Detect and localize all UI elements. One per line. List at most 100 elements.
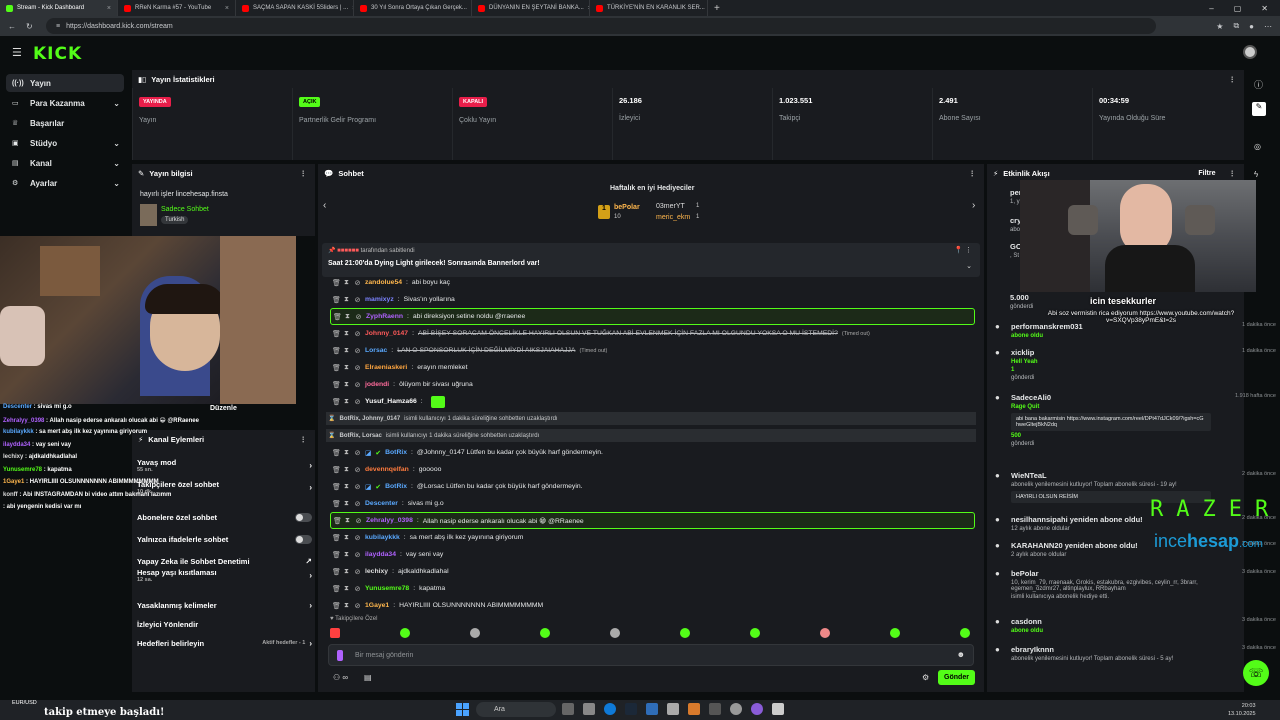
emoji-icon[interactable]: ☻ [957, 650, 965, 659]
ban-icon[interactable]: ⊘ [354, 551, 361, 559]
feed-item[interactable]: ● SadeceAli0 Rage Quit abi bana bakarmisin … [995, 393, 1276, 447]
timeout-icon[interactable]: ⧗ [343, 551, 350, 559]
more-options-icon[interactable]: ⋮ [969, 169, 977, 178]
ban-icon[interactable]: ⊘ [354, 602, 361, 610]
hamburger-icon[interactable]: ☰ [12, 46, 22, 59]
ban-icon[interactable]: ⊘ [354, 398, 361, 406]
delete-icon[interactable]: 🗑 [332, 364, 341, 372]
timeout-icon[interactable]: ⧗ [343, 602, 350, 610]
edit-icon[interactable]: ✎ [1252, 102, 1266, 116]
filter-button[interactable]: Filtre [1198, 170, 1215, 177]
chat-username[interactable]: zandolue54 [365, 279, 402, 286]
chat-tools-icon[interactable]: ⚇ ∞ [333, 673, 348, 682]
support-chat-icon[interactable]: ☏ [1243, 660, 1269, 686]
chat-message[interactable]: 🗑 ⧗ ⊘ Yusuf_Hamza66: [330, 393, 975, 410]
ban-icon[interactable]: ⊘ [354, 296, 361, 304]
timeout-icon[interactable]: ⧗ [343, 449, 350, 457]
delete-icon[interactable]: 🗑 [332, 398, 341, 406]
target-icon[interactable]: ◎ [1254, 142, 1261, 151]
chat-message[interactable]: 🗑 ⧗ ⊘ jodendi: ölüyom bir sivası uğruna [330, 376, 975, 393]
emote-icon[interactable] [330, 628, 340, 638]
ban-icon[interactable]: ⊘ [354, 330, 361, 338]
close-icon[interactable]: × [107, 5, 111, 12]
feed-item[interactable]: ● performanskrem031 abone oldu 1 dakika önc… [995, 322, 1276, 339]
star-icon[interactable]: ★ [1216, 22, 1223, 31]
app-icon[interactable] [709, 703, 721, 715]
emote-icon[interactable] [470, 628, 480, 638]
delete-icon[interactable]: 🗑 [333, 517, 342, 525]
delete-icon[interactable]: 🗑 [332, 585, 341, 593]
action-i-zleyici-yönlendir[interactable]: İzleyici Yönlendir [137, 615, 312, 633]
app-icon[interactable] [688, 703, 700, 715]
delete-icon[interactable]: 🗑 [332, 500, 341, 508]
browser-tab[interactable]: DÜNYANIN EN ŞEYTANİ BANKA...× [472, 0, 590, 16]
sidebar-item-kanal[interactable]: ▤ Kanal ⌄ [6, 154, 124, 172]
site-info-icon[interactable]: ≡ [56, 23, 60, 30]
close-window-icon[interactable]: ✕ [1261, 4, 1268, 13]
chat-message[interactable]: 🗑 ⧗ ⊘ Elraeniaskeri: erayın memleket [330, 359, 975, 376]
feed-item[interactable]: ● casdonn abone oldu 3 dakika önce [995, 617, 1276, 634]
feed-item[interactable]: ● bePolar 10, kerim_79, rraenaak, Grokis, … [995, 569, 1276, 600]
emote-icon[interactable] [680, 628, 690, 638]
emote-icon[interactable] [750, 628, 760, 638]
steam-icon[interactable] [625, 703, 637, 715]
action-yavaş-mod[interactable]: Yavaş mod 55 sn. › [137, 456, 312, 474]
chat-username[interactable]: Elraeniaskeri [365, 364, 407, 371]
delete-icon[interactable]: 🗑 [332, 347, 341, 355]
emote-icon[interactable] [540, 628, 550, 638]
toggle-switch[interactable] [295, 534, 312, 544]
ban-icon[interactable]: ⊘ [354, 534, 361, 542]
chat-username[interactable]: Zehralyy_0398 [366, 517, 413, 524]
gifter-name-1[interactable]: bePolar [614, 204, 640, 211]
refresh-icon[interactable]: ↻ [26, 22, 33, 31]
emote-icon[interactable] [820, 628, 830, 638]
sidebar-item-para-kazanma[interactable]: ▭ Para Kazanma ⌄ [6, 94, 124, 112]
close-icon[interactable]: × [225, 5, 229, 12]
chat-username[interactable]: ilaydda34 [365, 551, 396, 558]
delete-icon[interactable]: 🗑 [332, 568, 341, 576]
ban-icon[interactable]: ⊘ [354, 585, 361, 593]
prev-arrow-icon[interactable]: ‹ [323, 200, 326, 211]
browser-tab[interactable]: SAÇMA SAPAN KASKİ 5Sliders | ...× [236, 0, 354, 16]
timeout-icon[interactable]: ⧗ [343, 585, 350, 593]
chat-message[interactable]: 🗑 ⧗ ⊘ 1Gaye1: HAYIRLIIII OLSUNNNNNNN ABIMMMM… [330, 597, 975, 614]
chat-message[interactable]: 🗑 ⧗ ⊘ kubilaykkk: sa mert abş ilk kez yayını… [330, 529, 975, 546]
app-icon[interactable] [772, 703, 784, 715]
more-options-icon[interactable]: ⋮ [300, 435, 308, 444]
delete-icon[interactable]: 🗑 [332, 381, 341, 389]
toggle-switch[interactable] [295, 512, 312, 522]
app-icon[interactable] [562, 703, 574, 715]
browser-tab[interactable]: Stream - Kick Dashboard × [0, 0, 118, 16]
obs-icon[interactable] [730, 703, 742, 715]
action-hesap-yaşı-kısıtlaması[interactable]: Hesap yaşı kısıtlaması 12 sa. › [137, 566, 312, 584]
chat-message[interactable]: 🗑 ⧗ ⊘ Descenter: sivas mi g.o [330, 495, 975, 512]
emote-icon[interactable] [890, 628, 900, 638]
chat-message[interactable]: 🗑 ⧗ ⊘ Yunusemre78: kapatma [330, 580, 975, 597]
windows-start-icon[interactable] [456, 703, 469, 716]
clock[interactable]: 20:03 13.10.2025 [1228, 702, 1256, 718]
chat-message[interactable]: 🗑 ⧗ ⊘ Lorsac: LAN O SPONSORLUK İÇİN DEĞİLMİY… [330, 342, 975, 359]
edge-icon[interactable] [604, 703, 616, 715]
chat-message[interactable]: 🗑 ⧗ ⊘ lechixy: ajdkaldhkadlahal [330, 563, 975, 580]
chat-settings-icon[interactable]: ⚙ [922, 673, 929, 682]
ban-icon[interactable]: ⊘ [354, 466, 361, 474]
ban-icon[interactable]: ⊘ [354, 500, 361, 508]
chat-username[interactable]: Yunusemre78 [365, 585, 409, 592]
ban-icon[interactable]: ⊘ [354, 449, 361, 457]
chat-username[interactable]: Descenter [365, 500, 398, 507]
profile-icon[interactable]: ● [1249, 22, 1254, 31]
chat-username[interactable]: mamixyz [365, 296, 394, 303]
menu-icon[interactable]: ⋯ [1264, 22, 1272, 31]
browser-tab[interactable]: RReN Karma #57 - YouTube × [118, 0, 236, 16]
action-yalnızca-ifadelerle-sohbet[interactable]: Yalnızca ifadelerle sohbet [137, 530, 312, 548]
send-button[interactable]: Gönder [938, 670, 975, 685]
url-field[interactable]: ≡ https://dashboard.kick.com/stream [46, 18, 1156, 34]
timeout-icon[interactable]: ⧗ [343, 500, 350, 508]
chat-message[interactable]: 🗑 ⧗ ⊘ ◪ ✔ BotRix: @Johnny_0147 Lütfen bu kadar… [330, 444, 975, 461]
app-icon[interactable] [646, 703, 658, 715]
feed-item[interactable]: ● ebraryIknnn abonelik yenilemesini kutluy… [995, 645, 1276, 662]
chat-username[interactable]: BotRix [385, 449, 407, 456]
chat-message[interactable]: 🗑 ⧗ ⊘ ◪ ✔ BotRix: @Lorsac Lütfen bu kadar çok … [330, 478, 975, 495]
delete-icon[interactable]: 🗑 [333, 313, 342, 321]
more-options-icon[interactable]: ⋮ [300, 169, 308, 178]
